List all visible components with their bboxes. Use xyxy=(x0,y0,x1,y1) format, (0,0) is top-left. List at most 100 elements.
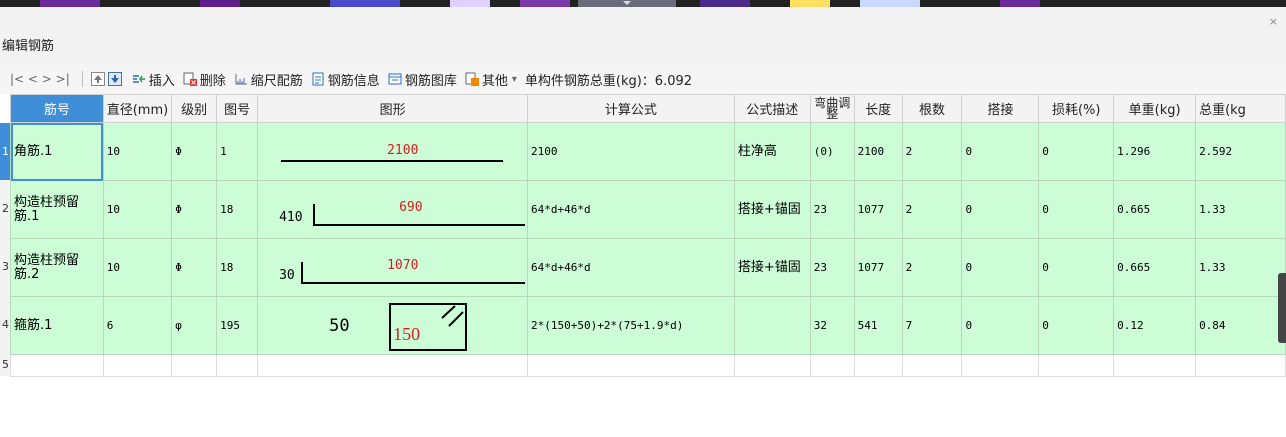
col-header-formula[interactable]: 计算公式 xyxy=(527,94,735,123)
empty-cell[interactable] xyxy=(102,354,173,377)
shape-length-label[interactable]: 1070 xyxy=(387,258,418,273)
col-header-diameter[interactable]: 直径(mm) xyxy=(102,94,173,123)
empty-cell[interactable] xyxy=(527,354,735,377)
diameter-cell[interactable]: 6 xyxy=(102,296,173,355)
scroll-handle[interactable] xyxy=(1278,273,1286,343)
total-weight-cell[interactable]: 1.33 xyxy=(1195,238,1286,297)
col-header-grade[interactable]: 级别 xyxy=(171,94,218,123)
grade-cell[interactable]: Φ xyxy=(171,122,218,181)
bend-adjust-cell[interactable]: (0) xyxy=(809,122,855,181)
formula-cell[interactable]: 2*(150+50)+2*(75+1.9*d) xyxy=(527,296,735,355)
formula-cell[interactable]: 64*d+46*d xyxy=(527,238,735,297)
figure-no-cell[interactable]: 195 xyxy=(216,296,259,355)
col-header-unit-weight[interactable]: 单重(kg) xyxy=(1113,94,1197,123)
shape-cell[interactable]: 410 690 xyxy=(257,180,529,239)
collapse-tab[interactable] xyxy=(578,0,676,7)
table-row[interactable]: 箍筋.1 6 φ 195 50 150 2*(150+50)+2*(75+1.9… xyxy=(10,296,1286,355)
col-header-length[interactable]: 长度 xyxy=(853,94,903,123)
unit-weight-cell[interactable]: 0.12 xyxy=(1113,296,1197,355)
formula-cell[interactable]: 2100 xyxy=(527,122,735,181)
row-header[interactable]: 2 xyxy=(0,180,10,238)
loss-cell[interactable]: 0 xyxy=(1038,180,1115,239)
empty-cell[interactable] xyxy=(216,354,259,377)
count-cell[interactable]: 7 xyxy=(901,296,963,355)
bar-name-cell[interactable]: 箍筋.1 xyxy=(10,296,104,355)
col-header-total-weight[interactable]: 总重(kg xyxy=(1195,94,1286,123)
row-header[interactable]: 5 xyxy=(0,354,10,376)
formula-desc-cell[interactable]: 柱净高 xyxy=(733,122,811,181)
total-weight-cell[interactable]: 1.33 xyxy=(1195,180,1286,239)
loss-cell[interactable]: 0 xyxy=(1038,122,1115,181)
empty-row[interactable] xyxy=(10,354,1286,377)
rebar-info-button[interactable]: 钢筋信息 xyxy=(311,70,380,89)
shape-length-label[interactable]: 2100 xyxy=(387,143,418,158)
row-header[interactable]: 1 xyxy=(0,123,10,180)
row-header[interactable]: 3 xyxy=(0,238,10,296)
other-menu-button[interactable]: 其他 ▾ xyxy=(465,70,517,89)
col-header-shape[interactable]: 图形 xyxy=(257,94,529,123)
empty-cell[interactable] xyxy=(1038,354,1115,377)
nav-buttons[interactable]: |< < > >| xyxy=(10,72,70,86)
scale-rebar-button[interactable]: 缩尺配筋 xyxy=(234,70,303,89)
count-cell[interactable]: 2 xyxy=(901,238,963,297)
empty-cell[interactable] xyxy=(853,354,903,377)
bend-adjust-cell[interactable]: 23 xyxy=(809,180,855,239)
stirrup-size-label[interactable]: 150 xyxy=(393,324,420,345)
unit-weight-cell[interactable]: 1.296 xyxy=(1113,122,1197,181)
loss-cell[interactable]: 0 xyxy=(1038,238,1115,297)
col-header-bar-no[interactable]: 筋号 xyxy=(10,94,104,123)
rebar-library-button[interactable]: 钢筋图库 xyxy=(388,70,457,89)
empty-cell[interactable] xyxy=(809,354,855,377)
diameter-cell[interactable]: 10 xyxy=(102,180,173,239)
col-header-lap[interactable]: 搭接 xyxy=(961,94,1040,123)
empty-cell[interactable] xyxy=(1113,354,1197,377)
unit-weight-cell[interactable]: 0.665 xyxy=(1113,180,1197,239)
table-row[interactable]: 构造柱预留筋.2 10 Φ 18 30 1070 64*d+46*d 搭接+锚固… xyxy=(10,238,1286,297)
bend-adjust-cell[interactable]: 23 xyxy=(809,238,855,297)
grade-cell[interactable]: Φ xyxy=(171,238,218,297)
length-cell[interactable]: 1077 xyxy=(853,180,903,239)
empty-cell[interactable] xyxy=(257,354,529,377)
formula-desc-cell[interactable] xyxy=(733,296,811,355)
table-row[interactable]: 构造柱预留筋.1 10 Φ 18 410 690 64*d+46*d 搭接+锚固… xyxy=(10,180,1286,239)
length-cell[interactable]: 1077 xyxy=(853,238,903,297)
lap-cell[interactable]: 0 xyxy=(961,122,1040,181)
col-header-loss[interactable]: 损耗(%) xyxy=(1038,94,1115,123)
table-row[interactable]: 角筋.1 10 Φ 1 2100 2100 柱净高 (0) 2100 2 0 0… xyxy=(10,122,1286,181)
length-cell[interactable]: 2100 xyxy=(853,122,903,181)
lap-cell[interactable]: 0 xyxy=(961,238,1040,297)
col-header-formula-desc[interactable]: 公式描述 xyxy=(733,94,811,123)
shape-left-label[interactable]: 410 xyxy=(279,210,302,225)
shape-cell[interactable]: 50 150 xyxy=(257,296,529,355)
length-cell[interactable]: 541 xyxy=(853,296,903,355)
move-up-icon[interactable] xyxy=(90,72,105,86)
empty-cell[interactable] xyxy=(961,354,1040,377)
formula-cell[interactable]: 64*d+46*d xyxy=(527,180,735,239)
loss-cell[interactable]: 0 xyxy=(1038,296,1115,355)
insert-button[interactable]: 插入 xyxy=(132,70,175,89)
formula-desc-cell[interactable]: 搭接+锚固 xyxy=(733,180,811,239)
total-weight-cell[interactable]: 2.592 xyxy=(1195,122,1286,181)
shape-cell[interactable]: 2100 xyxy=(257,122,529,181)
shape-left-label[interactable]: 50 xyxy=(329,316,349,336)
figure-no-cell[interactable]: 1 xyxy=(216,122,259,181)
col-header-count[interactable]: 根数 xyxy=(901,94,963,123)
diameter-cell[interactable]: 10 xyxy=(102,122,173,181)
row-header[interactable]: 4 xyxy=(0,296,10,354)
unit-weight-cell[interactable]: 0.665 xyxy=(1113,238,1197,297)
count-cell[interactable]: 2 xyxy=(901,122,963,181)
move-down-icon[interactable] xyxy=(107,72,122,86)
empty-cell[interactable] xyxy=(1195,354,1286,377)
bar-name-cell[interactable]: 构造柱预留筋.2 xyxy=(10,238,104,297)
shape-length-label[interactable]: 690 xyxy=(399,200,422,215)
lap-cell[interactable]: 0 xyxy=(961,296,1040,355)
empty-cell[interactable] xyxy=(10,354,104,377)
shape-cell[interactable]: 30 1070 xyxy=(257,238,529,297)
bar-name-cell[interactable]: 角筋.1 xyxy=(10,122,104,181)
grade-cell[interactable]: Φ xyxy=(171,180,218,239)
empty-cell[interactable] xyxy=(901,354,963,377)
shape-left-label[interactable]: 30 xyxy=(279,268,295,283)
formula-desc-cell[interactable]: 搭接+锚固 xyxy=(733,238,811,297)
lap-cell[interactable]: 0 xyxy=(961,180,1040,239)
empty-cell[interactable] xyxy=(171,354,218,377)
